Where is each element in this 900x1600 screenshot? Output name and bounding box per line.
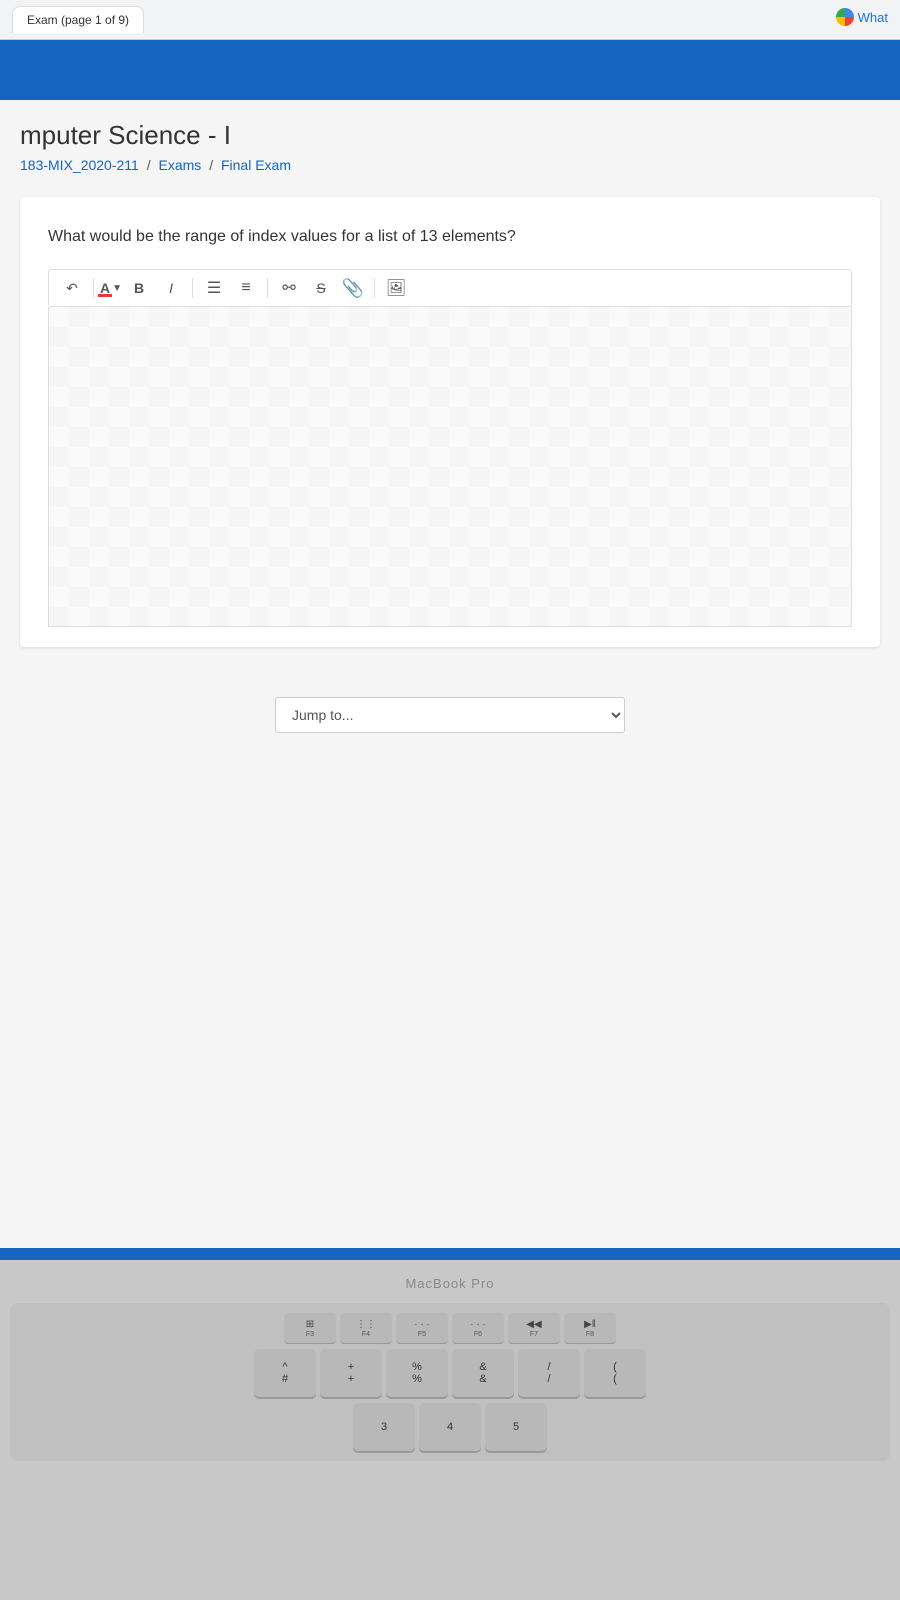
unordered-list-icon: ☰: [207, 278, 221, 298]
breadcrumb-final-exam[interactable]: Final Exam: [221, 157, 291, 173]
font-color-a-icon: A: [100, 280, 110, 296]
google-tab-label: What: [858, 10, 888, 25]
key-caret-bot: #: [282, 1373, 288, 1385]
toolbar-divider-4: [374, 278, 375, 298]
strikethrough-button[interactable]: S: [306, 274, 336, 302]
f4-label: F4: [362, 1331, 370, 1338]
f5-label: F5: [418, 1331, 426, 1338]
key-f7[interactable]: ◀◀ F7: [508, 1313, 560, 1343]
ordered-list-button[interactable]: ≡: [231, 274, 261, 302]
key-paren[interactable]: ( (: [584, 1349, 646, 1397]
key-paren-top: (: [613, 1361, 617, 1373]
italic-button[interactable]: I: [156, 274, 186, 302]
tab-label: Exam (page 1 of 9): [27, 13, 129, 27]
breadcrumb-course[interactable]: 183-MIX_2020-211: [20, 157, 139, 173]
bold-icon: B: [134, 280, 144, 296]
course-title-text: mputer Science - I: [20, 120, 231, 150]
question-card: What would be the range of index values …: [20, 197, 880, 647]
f8-icon: ▶‖: [584, 1319, 596, 1330]
bottom-num-row: 3 4 5: [20, 1403, 880, 1451]
question-text: What would be the range of index values …: [48, 225, 852, 249]
course-title: mputer Science - I: [20, 120, 880, 151]
f3-icon: ⊞: [306, 1319, 314, 1330]
editor-area[interactable]: [48, 307, 852, 627]
key-ampersand[interactable]: & &: [452, 1349, 514, 1397]
jump-container: Jump to...: [20, 667, 880, 753]
key-5[interactable]: 5: [485, 1403, 547, 1451]
key-f8[interactable]: ▶‖ F8: [564, 1313, 616, 1343]
key-percent-bot: %: [412, 1373, 422, 1385]
key-plus-top: +: [348, 1361, 354, 1373]
link-button[interactable]: ⚯: [274, 274, 304, 302]
f8-label: F8: [586, 1331, 594, 1338]
f6-label: F6: [474, 1331, 482, 1338]
embed-icon: 📎: [342, 278, 364, 299]
f6-icon: · · ·: [470, 1319, 486, 1330]
italic-icon: I: [169, 280, 173, 296]
active-tab[interactable]: Exam (page 1 of 9): [12, 6, 144, 33]
breadcrumb: 183-MIX_2020-211 / Exams / Final Exam: [20, 157, 880, 173]
key-slash-bot: /: [547, 1373, 550, 1385]
key-3[interactable]: 3: [353, 1403, 415, 1451]
google-tab[interactable]: What: [836, 8, 888, 26]
key-slash[interactable]: / /: [518, 1349, 580, 1397]
key-4[interactable]: 4: [419, 1403, 481, 1451]
toolbar-divider-2: [192, 278, 193, 298]
key-plus[interactable]: + +: [320, 1349, 382, 1397]
number-row: ^ # + + % % & & / / ( (: [20, 1349, 880, 1397]
font-color-button[interactable]: A ▼: [100, 274, 122, 302]
fn-key-row: ⊞ F3 ⋮⋮ F4 · · · F5 · · · F6 ◀◀ F7 ▶‖ F8: [20, 1313, 880, 1343]
key-percent[interactable]: % %: [386, 1349, 448, 1397]
key-f6[interactable]: · · · F6: [452, 1313, 504, 1343]
editor-watermark: [49, 307, 851, 626]
ordered-list-icon: ≡: [241, 279, 250, 297]
bold-button[interactable]: B: [124, 274, 154, 302]
key-f3[interactable]: ⊞ F3: [284, 1313, 336, 1343]
key-ampersand-top: &: [479, 1361, 486, 1373]
f4-icon: ⋮⋮: [356, 1319, 376, 1330]
toolbar-divider-3: [267, 278, 268, 298]
f3-label: F3: [306, 1331, 314, 1338]
image-button[interactable]: 🖼: [381, 274, 411, 302]
browser-content: mputer Science - I 183-MIX_2020-211 / Ex…: [0, 40, 900, 1260]
f7-icon: ◀◀: [526, 1319, 541, 1330]
key-caret-top: ^: [282, 1361, 287, 1373]
editor-toolbar: ↶ A ▼ B I ☰: [48, 269, 852, 307]
unordered-list-button[interactable]: ☰: [199, 274, 229, 302]
key-percent-top: %: [412, 1361, 422, 1373]
toolbar-divider-1: [93, 278, 94, 298]
undo-button[interactable]: ↶: [57, 274, 87, 302]
key-3-bot: 3: [381, 1421, 387, 1433]
key-caret[interactable]: ^ #: [254, 1349, 316, 1397]
image-icon: 🖼: [386, 278, 406, 298]
link-icon: ⚯: [282, 278, 295, 298]
key-slash-top: /: [547, 1361, 550, 1373]
undo-icon: ↶: [66, 280, 78, 297]
macbook-label: MacBook Pro: [405, 1276, 494, 1291]
site-header: [0, 40, 900, 100]
key-paren-bot: (: [613, 1373, 617, 1385]
f7-label: F7: [530, 1331, 538, 1338]
jump-to-select[interactable]: Jump to...: [275, 697, 625, 733]
key-5-bot: 5: [513, 1421, 519, 1433]
keyboard: ⊞ F3 ⋮⋮ F4 · · · F5 · · · F6 ◀◀ F7 ▶‖ F8: [10, 1303, 890, 1461]
site-footer: [0, 1248, 900, 1260]
embed-button[interactable]: 📎: [338, 274, 368, 302]
keyboard-area: MacBook Pro ⊞ F3 ⋮⋮ F4 · · · F5 · · · F6…: [0, 1260, 900, 1600]
key-4-bot: 4: [447, 1421, 453, 1433]
f5-icon: · · ·: [414, 1319, 430, 1330]
breadcrumb-exams[interactable]: Exams: [159, 157, 202, 173]
browser-bar: Exam (page 1 of 9) What: [0, 0, 900, 40]
strikethrough-icon: S: [316, 280, 325, 296]
key-f4[interactable]: ⋮⋮ F4: [340, 1313, 392, 1343]
macbook-label-text: MacBook Pro: [405, 1276, 494, 1291]
question-text-content: What would be the range of index values …: [48, 228, 516, 245]
google-icon: [836, 8, 854, 26]
key-ampersand-bot: &: [479, 1373, 486, 1385]
key-f5[interactable]: · · · F5: [396, 1313, 448, 1343]
page-content: mputer Science - I 183-MIX_2020-211 / Ex…: [0, 100, 900, 1248]
font-color-chevron: ▼: [112, 283, 122, 294]
key-plus-bot: +: [348, 1373, 354, 1385]
